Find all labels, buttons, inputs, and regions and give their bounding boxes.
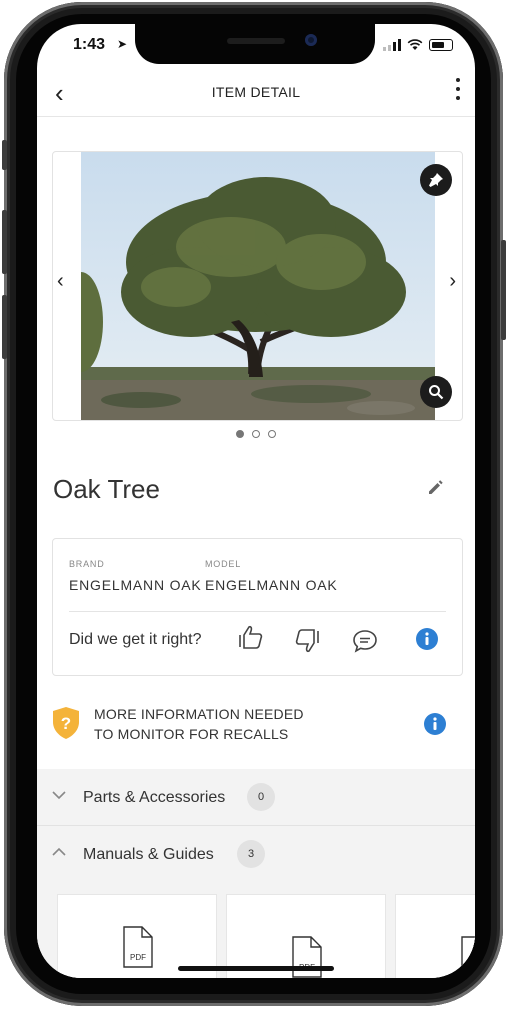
info-icon[interactable]	[415, 627, 439, 651]
pdf-file-icon: PDF	[292, 936, 322, 978]
image-gallery[interactable]: ‹ ›	[52, 151, 463, 421]
brand-value: ENGELMANN OAK	[69, 577, 202, 593]
document-type: PDF	[468, 963, 475, 972]
more-options-icon[interactable]	[453, 78, 463, 100]
pdf-file-icon: PDF	[461, 936, 475, 978]
mute-switch	[2, 140, 7, 170]
pdf-file-icon: PDF	[123, 926, 153, 968]
chevron-up-icon	[52, 847, 66, 856]
page-title: ITEM DETAIL	[211, 84, 301, 100]
recall-line-2: TO MONITOR FOR RECALLS	[94, 726, 289, 742]
section-manuals-guides[interactable]: Manuals & Guides 3	[37, 826, 475, 882]
shield-question-icon: ?	[53, 707, 79, 739]
wifi-icon	[407, 39, 423, 50]
magnifier-icon	[429, 385, 444, 400]
thumbs-down-icon[interactable]	[293, 627, 321, 655]
recall-notice[interactable]: ? MORE INFORMATION NEEDED TO MONITOR FOR…	[52, 702, 461, 748]
brand-label: BRAND	[69, 559, 105, 569]
comment-icon[interactable]	[351, 627, 379, 655]
section-label: Parts & Accessories	[83, 789, 226, 806]
location-arrow-icon: ➤	[117, 37, 128, 51]
status-time: 1:43	[73, 36, 106, 53]
power-button	[501, 240, 506, 340]
gallery-pagination[interactable]	[37, 430, 475, 438]
pencil-icon[interactable]	[427, 478, 445, 496]
count-badge: 3	[237, 840, 265, 868]
home-indicator[interactable]	[178, 966, 334, 971]
thumbs-up-icon[interactable]	[237, 623, 265, 651]
gallery-next-chevron-icon[interactable]: ›	[449, 270, 456, 293]
recall-message: MORE INFORMATION NEEDED TO MONITOR FOR R…	[94, 704, 304, 744]
pagination-dot[interactable]	[236, 430, 244, 438]
gallery-prev-chevron-icon[interactable]: ‹	[57, 270, 64, 293]
status-icons	[383, 39, 453, 51]
info-icon[interactable]	[423, 712, 447, 736]
volume-up-button	[2, 210, 7, 274]
document-type: PDF	[130, 953, 146, 962]
zoom-button[interactable]	[420, 376, 452, 408]
section-parts-accessories[interactable]: Parts & Accessories 0	[37, 769, 475, 826]
top-navigation-bar: ‹ ITEM DETAIL	[37, 68, 475, 117]
signal-icon	[383, 39, 401, 51]
divider	[69, 611, 446, 612]
battery-icon	[429, 39, 453, 51]
pagination-dot[interactable]	[252, 430, 260, 438]
document-card[interactable]: PDF	[395, 894, 475, 978]
pin-icon	[429, 173, 443, 187]
notch	[135, 24, 375, 64]
recall-line-1: MORE INFORMATION NEEDED	[94, 706, 304, 722]
speaker-grille	[227, 38, 285, 44]
count-badge: 0	[247, 783, 275, 811]
app-screen: 1:43 ➤ ‹ ITEM DETAIL ‹ › Oak Tree BRAND …	[37, 24, 475, 978]
model-label: MODEL	[205, 559, 242, 569]
oak-tree-image	[81, 152, 435, 420]
pin-button[interactable]	[420, 164, 452, 196]
model-value: ENGELMANN OAK	[205, 577, 338, 593]
pagination-dot[interactable]	[268, 430, 276, 438]
feedback-question: Did we get it right?	[69, 631, 202, 648]
item-photo	[81, 152, 435, 420]
volume-down-button	[2, 295, 7, 359]
item-title: Oak Tree	[53, 474, 160, 504]
section-label: Manuals & Guides	[83, 846, 214, 863]
front-camera	[305, 34, 317, 46]
svg-text:?: ?	[61, 714, 71, 733]
chevron-down-icon	[52, 791, 66, 800]
identification-card: BRAND ENGELMANN OAK MODEL ENGELMANN OAK …	[52, 538, 463, 676]
